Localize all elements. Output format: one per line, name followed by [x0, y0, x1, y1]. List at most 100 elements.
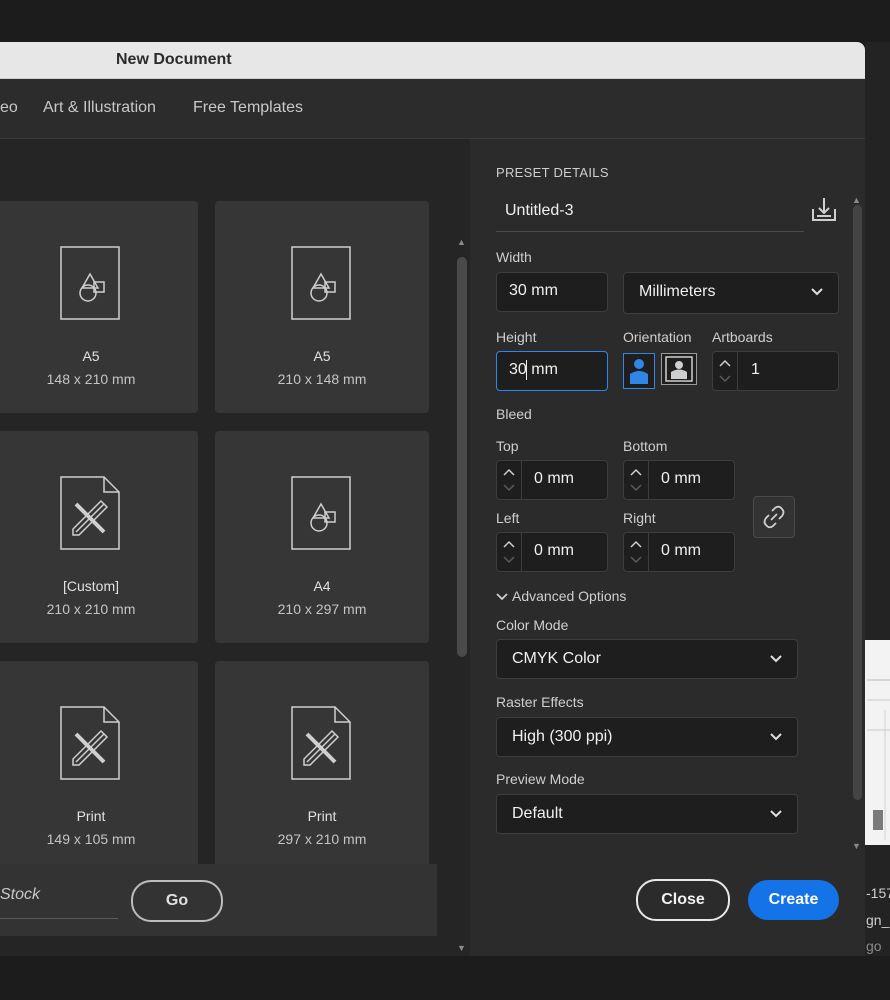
bleed-top-stepper-arrows[interactable]	[497, 461, 522, 499]
shapes-document-icon	[291, 476, 351, 550]
preset-name: A5	[313, 348, 331, 364]
stock-search-underline	[0, 918, 118, 919]
portrait-orientation-button[interactable]	[623, 353, 655, 389]
height-field[interactable]: 30 mm	[496, 351, 608, 391]
preset-name: A5	[82, 348, 100, 364]
stepper-up-icon[interactable]	[503, 467, 515, 477]
advanced-options-toggle[interactable]: Advanced Options	[496, 588, 626, 604]
preset-grid: A5 148 x 210 mm A5 210 x 148 mm [Custom]	[0, 139, 470, 956]
shapes-document-icon	[60, 246, 120, 320]
tab-art-illustration[interactable]: Art & Illustration	[43, 99, 156, 117]
background-top	[0, 0, 890, 42]
preset-name: [Custom]	[62, 578, 119, 594]
stock-search-input[interactable]: Stock	[0, 886, 40, 904]
stepper-up-icon[interactable]	[719, 358, 731, 368]
orientation-label: Orientation	[623, 329, 692, 345]
pencil-ruler-document-icon	[60, 476, 120, 550]
save-preset-icon[interactable]	[810, 195, 838, 223]
landscape-orientation-button[interactable]	[661, 353, 697, 385]
go-button[interactable]: Go	[131, 880, 223, 922]
text-cursor	[526, 360, 527, 380]
chevron-down-icon	[770, 655, 782, 663]
preset-grid-scrollbar-thumb[interactable]	[457, 257, 467, 657]
preset-size: 210 x 210 mm	[46, 601, 136, 617]
artboards-stepper-arrows[interactable]	[713, 352, 738, 390]
background-filename-text: gn_S	[866, 912, 890, 928]
preset-size: 210 x 148 mm	[277, 371, 367, 387]
shapes-document-icon	[291, 246, 351, 320]
dialog-title: New Document	[116, 51, 232, 68]
chevron-down-icon	[770, 733, 782, 741]
stepper-up-icon[interactable]	[630, 539, 642, 549]
scroll-up-icon[interactable]: ▲	[457, 237, 466, 247]
bleed-left-value: 0 mm	[534, 542, 574, 559]
artboards-label: Artboards	[712, 329, 773, 345]
stepper-down-icon[interactable]	[503, 555, 515, 565]
pencil-ruler-document-icon	[60, 706, 120, 780]
bleed-right-label: Right	[623, 510, 656, 526]
close-button[interactable]: Close	[636, 879, 730, 921]
bleed-bottom-value: 0 mm	[661, 470, 701, 487]
preset-card[interactable]: A5 210 x 148 mm	[215, 201, 429, 413]
bleed-left-stepper[interactable]: 0 mm	[496, 532, 608, 572]
stepper-down-icon[interactable]	[630, 483, 642, 493]
scroll-down-icon[interactable]: ▼	[852, 841, 861, 851]
details-panel-scrollbar-thumb[interactable]	[853, 205, 862, 800]
raster-effects-value: High (300 ppi)	[512, 728, 613, 745]
stepper-up-icon[interactable]	[630, 467, 642, 477]
stepper-down-icon[interactable]	[630, 555, 642, 565]
tab-free-templates[interactable]: Free Templates	[193, 99, 303, 117]
bleed-right-stepper-arrows[interactable]	[624, 533, 649, 571]
chevron-down-icon	[770, 810, 782, 818]
artboards-stepper[interactable]: 1	[712, 351, 839, 391]
bleed-right-value: 0 mm	[661, 542, 701, 559]
preset-card[interactable]: [Custom] 210 x 210 mm	[0, 431, 198, 643]
artboards-value: 1	[751, 361, 760, 378]
document-name-underline	[496, 231, 804, 232]
tab-video[interactable]: eo	[0, 99, 18, 117]
preset-size: 297 x 210 mm	[277, 831, 367, 847]
new-document-dialog: New Document eo Art & Illustration Free …	[0, 42, 865, 956]
color-mode-label: Color Mode	[496, 617, 569, 633]
category-tabs: eo Art & Illustration Free Templates	[0, 79, 865, 139]
units-value: Millimeters	[639, 283, 716, 300]
stepper-down-icon[interactable]	[503, 483, 515, 493]
bleed-bottom-stepper-arrows[interactable]	[624, 461, 649, 499]
preset-size: 149 x 105 mm	[46, 831, 136, 847]
preset-details-title: PRESET DETAILS	[496, 165, 609, 180]
bleed-left-stepper-arrows[interactable]	[497, 533, 522, 571]
bleed-top-label: Top	[496, 438, 519, 454]
bleed-left-label: Left	[496, 510, 520, 526]
bleed-right-stepper[interactable]: 0 mm	[623, 532, 735, 572]
stepper-down-icon[interactable]	[719, 374, 731, 384]
raster-effects-dropdown[interactable]: High (300 ppi)	[496, 717, 798, 757]
bleed-top-stepper[interactable]: 0 mm	[496, 460, 608, 500]
units-dropdown[interactable]: Millimeters	[623, 272, 839, 314]
preview-mode-value: Default	[512, 805, 563, 822]
background-filename-text: -157	[866, 885, 890, 901]
bleed-bottom-label: Bottom	[623, 438, 668, 454]
advanced-options-label: Advanced Options	[512, 588, 627, 604]
scroll-up-icon[interactable]: ▲	[852, 195, 861, 205]
width-label: Width	[496, 249, 532, 265]
background-bottom	[0, 956, 890, 1000]
color-mode-dropdown[interactable]: CMYK Color	[496, 639, 798, 679]
bleed-top-value: 0 mm	[534, 470, 574, 487]
create-button[interactable]: Create	[748, 880, 839, 920]
bleed-bottom-stepper[interactable]: 0 mm	[623, 460, 735, 500]
preset-card[interactable]: Print 297 x 210 mm	[215, 661, 429, 873]
preset-card[interactable]: A4 210 x 297 mm	[215, 431, 429, 643]
width-field[interactable]: 30 mm	[496, 272, 608, 312]
preset-size: 148 x 210 mm	[46, 371, 136, 387]
scroll-down-icon[interactable]: ▼	[457, 943, 466, 953]
preview-mode-dropdown[interactable]: Default	[496, 794, 798, 834]
pencil-ruler-document-icon	[291, 706, 351, 780]
stepper-up-icon[interactable]	[503, 539, 515, 549]
preset-card[interactable]: Print 149 x 105 mm	[0, 661, 198, 873]
portrait-person-icon	[630, 359, 648, 384]
link-bleed-button[interactable]	[753, 496, 795, 538]
width-value: 30 mm	[509, 282, 558, 299]
preset-card[interactable]: A5 148 x 210 mm	[0, 201, 198, 413]
document-name-field[interactable]: Untitled-3	[505, 202, 573, 220]
raster-effects-label: Raster Effects	[496, 694, 584, 710]
